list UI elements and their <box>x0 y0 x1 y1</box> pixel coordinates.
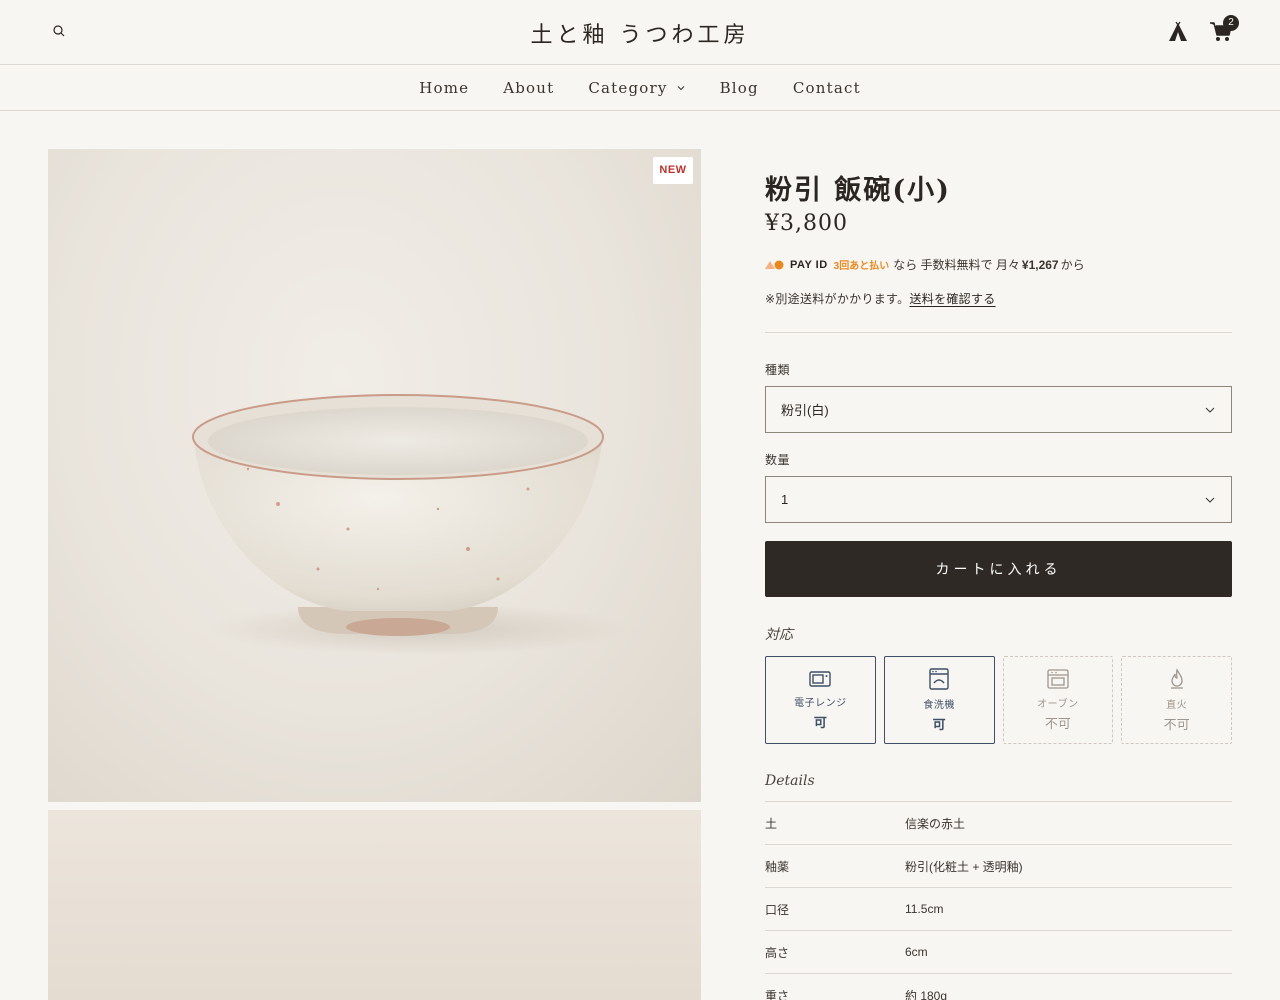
nav-blog[interactable]: Blog <box>720 79 759 97</box>
nav-category[interactable]: Category <box>588 79 685 97</box>
bowl-illustration <box>192 394 628 655</box>
product-second-image[interactable] <box>48 810 701 1000</box>
nav-label: Blog <box>719 78 759 97</box>
payid-suffix: から <box>1060 258 1085 272</box>
nav-home[interactable]: Home <box>419 79 469 97</box>
nav-about[interactable]: About <box>503 79 554 97</box>
tile-name: 食洗機 <box>923 699 955 711</box>
detail-value: 6cm <box>905 945 928 959</box>
quantity-label: 数量 <box>765 453 791 467</box>
nav-label: Contact <box>792 78 861 97</box>
cart-count-badge: 2 <box>1223 15 1239 31</box>
detail-value: 信楽の赤土 <box>905 816 966 831</box>
new-badge: NEW <box>653 157 693 184</box>
oven-icon <box>1047 668 1069 689</box>
product-main-image[interactable] <box>48 149 701 802</box>
detail-key: 重さ <box>765 988 790 1000</box>
detail-value: 約 180g <box>905 988 948 1000</box>
tile-name: 電子レンジ <box>794 697 847 709</box>
support-tiles: 電子レンジ 可 食洗機 可 オーブン 不可 直火 不可 <box>765 656 1232 744</box>
flame-icon <box>1170 667 1183 689</box>
detail-value: 11.5cm <box>905 902 944 916</box>
payid-monthly: ¥1,267 <box>1021 257 1059 272</box>
tile-value: 不可 <box>1163 716 1190 732</box>
detail-key: 土 <box>765 816 778 831</box>
product-title: 粉引 飯碗(小) <box>765 175 951 206</box>
dishwasher-icon <box>929 667 949 690</box>
account-button[interactable] <box>1166 20 1190 44</box>
chevron-down-icon <box>677 85 684 90</box>
site-logo[interactable]: 土と釉 うつわ工房 <box>0 17 1280 49</box>
shipping-note-text: ※別途送料がかかります。 <box>765 292 910 306</box>
site-header: 土と釉 うつわ工房 2 <box>0 0 1280 64</box>
product-price: ¥3,800 <box>765 211 848 236</box>
variant-select[interactable]: 粉引(白) <box>765 386 1232 433</box>
nav-contact[interactable]: Contact <box>793 79 861 97</box>
detail-row: 口径 11.5cm <box>765 887 1232 930</box>
payid-installment-note[interactable]: PAY ID 3回あと払い なら 手数料無料で 月々 ¥1,267 から <box>765 256 1232 273</box>
shipping-link[interactable]: 送料を確認する <box>909 292 995 306</box>
tile-value: 可 <box>932 716 946 732</box>
support-tile-microwave: 電子レンジ 可 <box>765 656 876 744</box>
detail-key: 釉薬 <box>765 859 790 874</box>
tile-name: 直火 <box>1166 699 1188 711</box>
detail-key: 口径 <box>765 902 790 917</box>
payid-brand: PAY ID <box>790 258 828 271</box>
detail-row: 釉薬 粉引(化粧土 + 透明釉) <box>765 844 1232 887</box>
payid-logo-icon <box>765 260 785 270</box>
payid-later-label: 3回あと払い <box>833 261 890 272</box>
divider <box>765 332 1232 333</box>
nav-label: Category <box>588 78 668 97</box>
shipping-note: ※別途送料がかかります。送料を確認する <box>765 290 1232 307</box>
support-tile-oven: オーブン 不可 <box>1002 656 1114 744</box>
support-tile-flame: 直火 不可 <box>1121 656 1232 744</box>
chevron-down-icon <box>1205 407 1215 413</box>
tile-name: オーブン <box>1037 698 1079 710</box>
detail-value: 粉引(化粧土 + 透明釉) <box>905 859 1023 874</box>
variant-label: 種類 <box>765 363 791 377</box>
payid-text: なら 手数料無料で 月々 <box>893 258 1020 272</box>
quantity-select[interactable]: 1 <box>765 476 1232 523</box>
support-title: 対応 <box>765 627 793 643</box>
detail-row: 高さ 6cm <box>765 930 1232 973</box>
detail-row: 土 信楽の赤土 <box>765 801 1232 844</box>
detail-key: 高さ <box>765 945 790 960</box>
chevron-down-icon <box>1205 497 1215 503</box>
variant-value: 粉引(白) <box>781 403 829 418</box>
tile-value: 可 <box>813 714 827 730</box>
nav-label: About <box>503 78 555 97</box>
support-tile-dishwasher: 食洗機 可 <box>883 656 995 744</box>
add-to-cart-button[interactable]: カートに入れる <box>765 541 1232 597</box>
quantity-value: 1 <box>781 492 789 507</box>
main-nav: Home About Category Blog Contact <box>0 64 1280 111</box>
microwave-icon <box>809 670 832 687</box>
details-title: Details <box>765 773 815 789</box>
tile-value: 不可 <box>1044 715 1071 731</box>
detail-row: 重さ 約 180g <box>765 973 1232 1000</box>
tent-icon <box>1169 21 1187 41</box>
nav-label: Home <box>419 78 470 97</box>
